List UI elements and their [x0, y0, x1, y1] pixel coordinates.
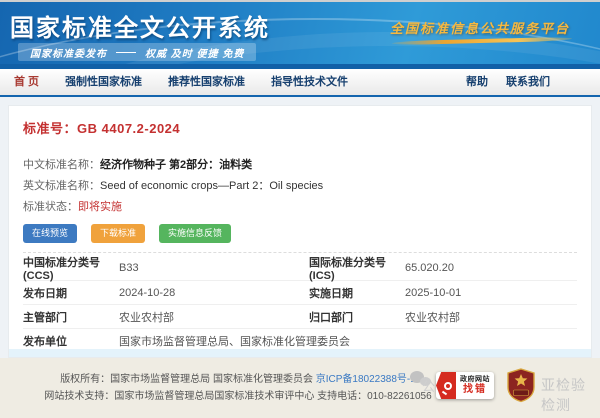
banner-bottom-strip — [0, 64, 600, 69]
tech-support-line: 网站技术支持：国家市场监督管理总局国家标准技术审评中心 支持电话：010-822… — [28, 388, 448, 405]
ccs-label: 中国标准分类号 (CCS) — [23, 254, 119, 282]
site-banner: 国家标准全文公开系统 国家标准委发布 —— 权威 及时 便捷 免费 全国标准信息… — [0, 2, 600, 69]
dashed-divider — [23, 252, 577, 253]
nav-item-guiding-documents[interactable]: 指导性技术文件 — [271, 73, 348, 89]
cn-name-value: 经济作物种子 第2部分：油料类 — [100, 159, 252, 171]
subtitle-dash: —— — [116, 47, 136, 58]
standard-number-label: 标准号： — [23, 121, 77, 136]
site-title: 国家标准全文公开系统 — [10, 8, 270, 43]
en-name-label: 英文标准名称： — [23, 180, 100, 192]
implement-date-label: 实施日期 — [309, 285, 405, 301]
competent-dept-value: 农业农村部 — [119, 309, 309, 325]
status-line: 标准状态：即将实施 — [23, 198, 577, 214]
table-row: 中国标准分类号 (CCS) B33 国际标准分类号 (ICS) 65.020.2… — [23, 256, 577, 280]
implementation-feedback-button[interactable]: 实施信息反馈 — [159, 224, 231, 243]
page-footer: 版权所有：国家市场监督管理总局 国家标准化管理委员会 京ICP备18022388… — [0, 358, 600, 418]
cn-name-line: 中文标准名称：经济作物种子 第2部分：油料类 — [23, 156, 577, 172]
ics-label: 国际标准分类号 (ICS) — [309, 254, 405, 282]
action-buttons: 在线预览 下载标准 实施信息反馈 — [23, 224, 577, 243]
table-row: 主管部门 农业农村部 归口部门 农业农村部 — [23, 304, 577, 328]
issuing-unit-value: 国家市场监督管理总局、国家标准化管理委员会 — [119, 333, 577, 349]
card-bottom-strip — [9, 349, 591, 357]
table-row: 发布日期 2024-10-28 实施日期 2025-10-01 — [23, 280, 577, 304]
publish-date-label: 发布日期 — [23, 285, 119, 301]
status-badge: 即将实施 — [78, 201, 122, 213]
report-shield-badge-icon[interactable] — [506, 368, 536, 408]
en-name-value: Seed of economic crops—Part 2：Oil specie… — [100, 180, 323, 192]
icp-link[interactable]: 京ICP备18022388号-1 — [316, 374, 416, 385]
publisher-label: 国家标准委发布 — [30, 45, 107, 60]
centralized-dept-label: 归口部门 — [309, 309, 405, 325]
site-subtitle: 国家标准委发布 —— 权威 及时 便捷 免费 — [18, 43, 256, 61]
online-preview-button[interactable]: 在线预览 — [23, 224, 77, 243]
nav-item-help[interactable]: 帮助 — [466, 73, 488, 89]
watermark-text: 亚检验检测 — [541, 375, 600, 415]
copyright-line: 版权所有：国家市场监督管理总局 国家标准化管理委员会 京ICP备18022388… — [28, 371, 448, 388]
footer-text: 版权所有：国家市场监督管理总局 国家标准化管理委员会 京ICP备18022388… — [28, 371, 448, 405]
nav-item-home[interactable]: 首 页 — [14, 73, 39, 89]
nav-right-group: 帮助 联系我们 — [466, 73, 586, 89]
page: 国家标准全文公开系统 国家标准委发布 —— 权威 及时 便捷 免费 全国标准信息… — [0, 0, 600, 418]
gov-site-error-report-badge[interactable]: 政府网站 找错 — [436, 372, 494, 399]
err-badge-bottom-text: 找错 — [463, 384, 487, 396]
competent-dept-label: 主管部门 — [23, 309, 119, 325]
implement-date-value: 2025-10-01 — [405, 287, 577, 299]
issuing-unit-label: 发布单位 — [23, 333, 119, 349]
main-nav: 首 页 强制性国家标准 推荐性国家标准 指导性技术文件 帮助 联系我们 — [0, 69, 600, 97]
nav-item-mandatory-standards[interactable]: 强制性国家标准 — [65, 73, 142, 89]
cn-name-label: 中文标准名称： — [23, 159, 100, 171]
standard-detail-card: 标准号：GB 4407.2-2024 中文标准名称：经济作物种子 第2部分：油料… — [8, 105, 592, 358]
err-badge-top-text: 政府网站 — [460, 376, 490, 384]
centralized-dept-value: 农业农村部 — [405, 309, 577, 325]
ccs-value: B33 — [119, 262, 309, 274]
standard-number-value: GB 4407.2-2024 — [77, 121, 180, 136]
slogan-text: 权威 及时 便捷 免费 — [145, 45, 244, 60]
platform-underline — [392, 37, 572, 46]
download-standard-button[interactable]: 下载标准 — [91, 224, 145, 243]
platform-logo-text: 全国标准信息公共服务平台 — [390, 18, 570, 37]
nav-item-contact[interactable]: 联系我们 — [506, 73, 550, 89]
en-name-line: 英文标准名称：Seed of economic crops—Part 2：Oil… — [23, 177, 577, 193]
status-label: 标准状态： — [23, 201, 78, 213]
nav-item-recommended-standards[interactable]: 推荐性国家标准 — [168, 73, 245, 89]
ics-value: 65.020.20 — [405, 262, 577, 274]
magnifier-flag-icon — [436, 372, 456, 399]
copyright-text: 版权所有：国家市场监督管理总局 国家标准化管理委员会 — [60, 374, 316, 385]
standard-number-line: 标准号：GB 4407.2-2024 — [23, 106, 577, 137]
publish-date-value: 2024-10-28 — [119, 287, 309, 299]
